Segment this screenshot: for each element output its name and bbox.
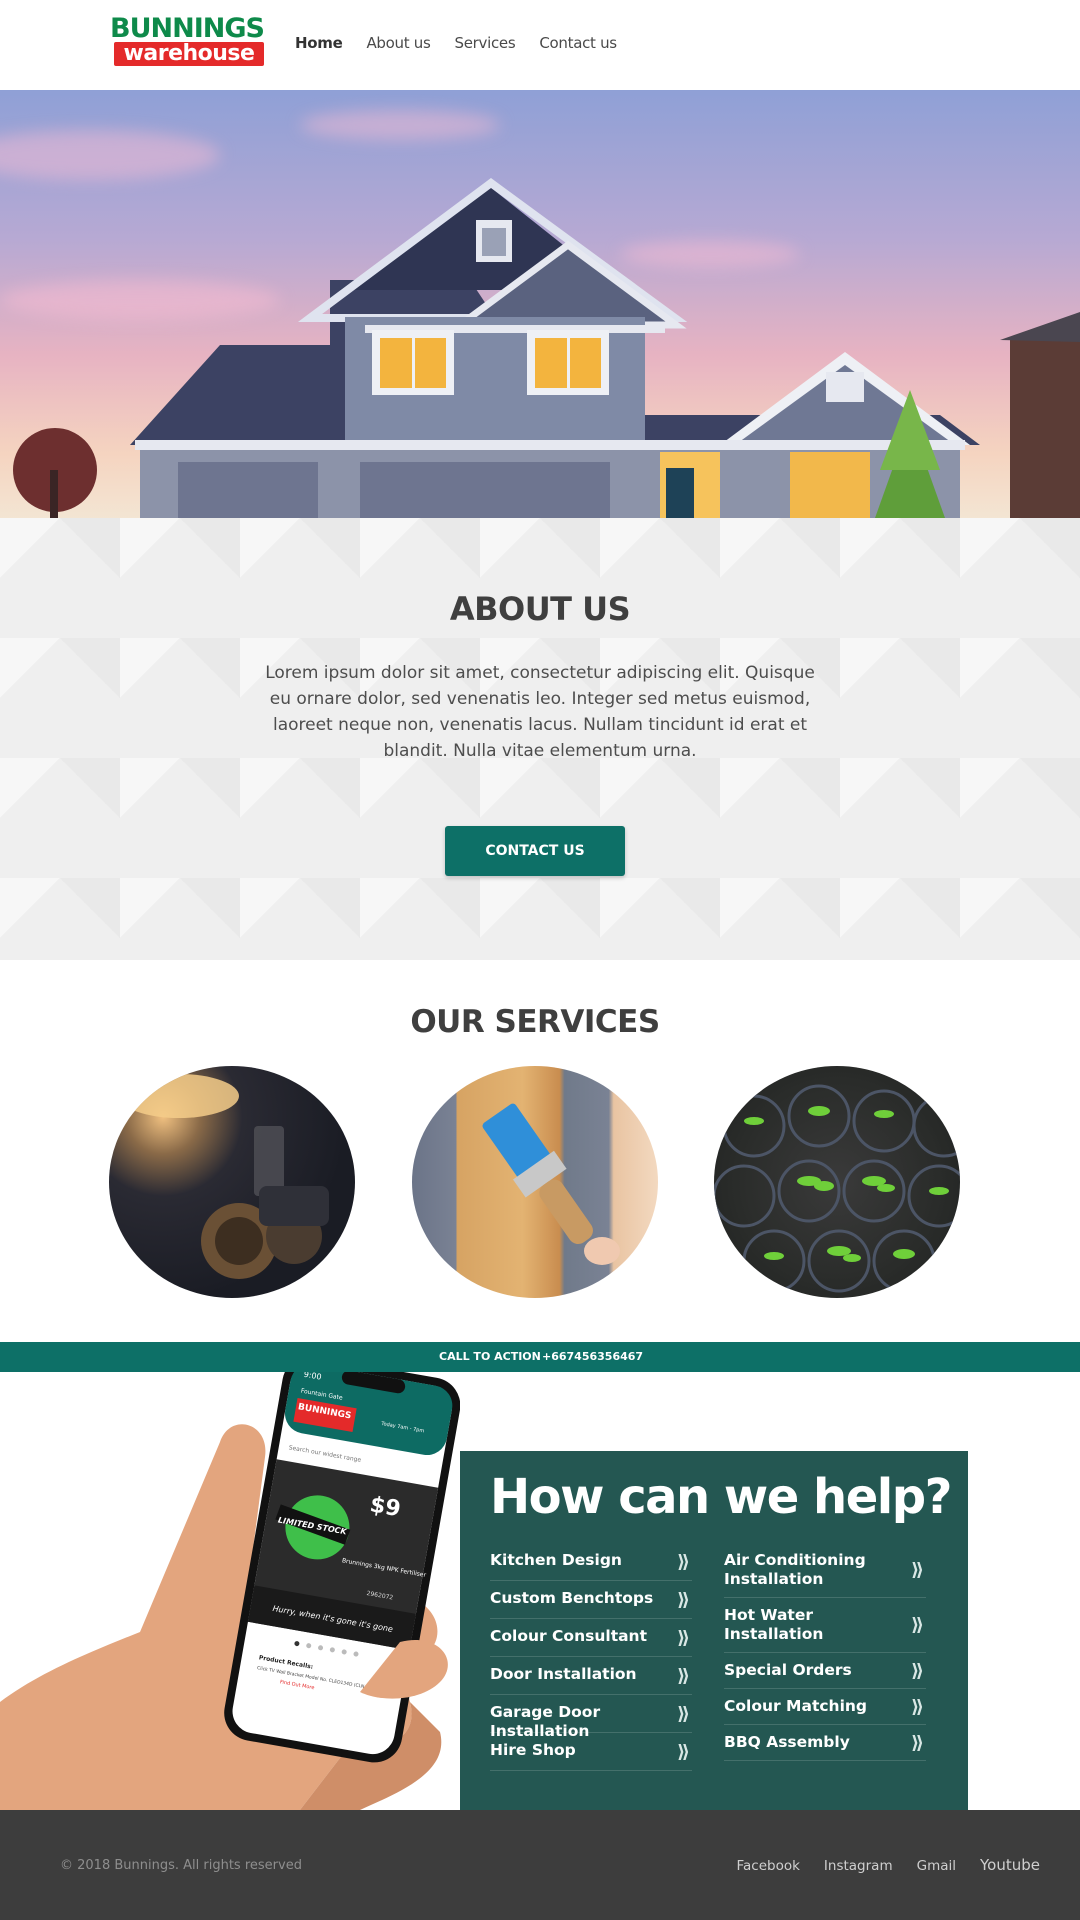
hero-house-image bbox=[0, 90, 1080, 518]
hand-holding-phone-image: 9:00 Fountain Gate Today 7am - 7pm BUNNI… bbox=[0, 1355, 461, 1810]
help-title: How can we help? bbox=[490, 1469, 952, 1525]
footer-link-facebook[interactable]: Facebook bbox=[736, 1858, 799, 1874]
service-tools-image[interactable] bbox=[109, 1066, 355, 1298]
help-item-custom-benchtops[interactable]: Custom Benchtops ⟫ bbox=[490, 1581, 692, 1619]
help-list-right: Air Conditioning Installation ⟫ Hot Water… bbox=[724, 1543, 926, 1761]
service-painting-image[interactable] bbox=[412, 1066, 658, 1298]
help-item-colour-matching[interactable]: Colour Matching ⟫ bbox=[724, 1689, 926, 1725]
site-header: BUNNINGS warehouse Home About us Service… bbox=[0, 0, 1080, 90]
help-item-hot-water-installation[interactable]: Hot Water Installation ⟫ bbox=[724, 1598, 926, 1653]
chevron-right-icon: ⟫ bbox=[677, 1703, 690, 1724]
chevron-right-icon: ⟫ bbox=[911, 1660, 924, 1681]
site-footer: © 2018 Bunnings. All rights reserved Fac… bbox=[0, 1810, 1080, 1920]
chevron-right-icon: ⟫ bbox=[677, 1665, 690, 1686]
chevron-right-icon: ⟫ bbox=[677, 1551, 690, 1572]
chevron-right-icon: ⟫ bbox=[677, 1741, 690, 1762]
help-item-hire-shop[interactable]: Hire Shop ⟫ bbox=[490, 1733, 692, 1771]
footer-link-instagram[interactable]: Instagram bbox=[824, 1858, 893, 1874]
help-item-bbq-assembly[interactable]: BBQ Assembly ⟫ bbox=[724, 1725, 926, 1761]
main-nav: Home About us Services Contact us bbox=[295, 34, 641, 52]
help-item-colour-consultant[interactable]: Colour Consultant ⟫ bbox=[490, 1619, 692, 1657]
chevron-right-icon: ⟫ bbox=[677, 1627, 690, 1648]
footer-link-youtube[interactable]: Youtube bbox=[980, 1856, 1040, 1874]
chevron-right-icon: ⟫ bbox=[911, 1559, 924, 1581]
help-list-left: Kitchen Design ⟫ Custom Benchtops ⟫ Colour… bbox=[490, 1543, 692, 1771]
call-to-action-label: CALL TO ACTION bbox=[439, 1350, 541, 1363]
help-item-special-orders[interactable]: Special Orders ⟫ bbox=[724, 1653, 926, 1689]
contact-us-button[interactable]: CONTACT US bbox=[445, 826, 625, 876]
help-item-kitchen-design[interactable]: Kitchen Design ⟫ bbox=[490, 1543, 692, 1581]
help-item-air-conditioning-installation[interactable]: Air Conditioning Installation ⟫ bbox=[724, 1543, 926, 1598]
help-item-garage-door-installation[interactable]: Garage Door Installation ⟫ bbox=[490, 1695, 692, 1740]
nav-home[interactable]: Home bbox=[295, 34, 343, 52]
logo-wordmark-bottom: warehouse bbox=[114, 42, 264, 66]
how-can-we-help-panel: How can we help? Kitchen Design ⟫ Custom … bbox=[460, 1451, 968, 1810]
phone-price: $9 bbox=[368, 1492, 403, 1522]
about-text: Lorem ipsum dolor sit amet, consectetur … bbox=[265, 663, 815, 761]
nav-services[interactable]: Services bbox=[455, 34, 516, 52]
call-to-action-bar: CALL TO ACTION +667456356467 bbox=[0, 1342, 1080, 1372]
copyright-text: © 2018 Bunnings. All rights reserved bbox=[60, 1858, 302, 1873]
service-gardening-image[interactable] bbox=[714, 1066, 960, 1298]
nav-contact-us[interactable]: Contact us bbox=[539, 34, 617, 52]
services-title: OUR SERVICES bbox=[410, 1004, 660, 1040]
footer-social-links: Facebook Instagram Gmail Youtube bbox=[712, 1856, 1040, 1874]
about-section: ABOUT US Lorem ipsum dolor sit amet, con… bbox=[0, 518, 1080, 960]
bunnings-logo[interactable]: BUNNINGS warehouse bbox=[110, 13, 266, 68]
services-section: OUR SERVICES bbox=[0, 960, 1080, 1342]
nav-about-us[interactable]: About us bbox=[366, 34, 430, 52]
logo-wordmark-top: BUNNINGS bbox=[110, 13, 265, 44]
chevron-right-icon: ⟫ bbox=[911, 1696, 924, 1717]
chevron-right-icon: ⟫ bbox=[677, 1589, 690, 1610]
chevron-right-icon: ⟫ bbox=[911, 1732, 924, 1753]
about-title: ABOUT US bbox=[449, 590, 631, 628]
call-to-action-phone[interactable]: +667456356467 bbox=[542, 1350, 643, 1363]
house-illustration bbox=[13, 178, 1080, 518]
help-item-door-installation[interactable]: Door Installation ⟫ bbox=[490, 1657, 692, 1695]
footer-link-gmail[interactable]: Gmail bbox=[917, 1858, 956, 1874]
chevron-right-icon: ⟫ bbox=[911, 1614, 924, 1636]
